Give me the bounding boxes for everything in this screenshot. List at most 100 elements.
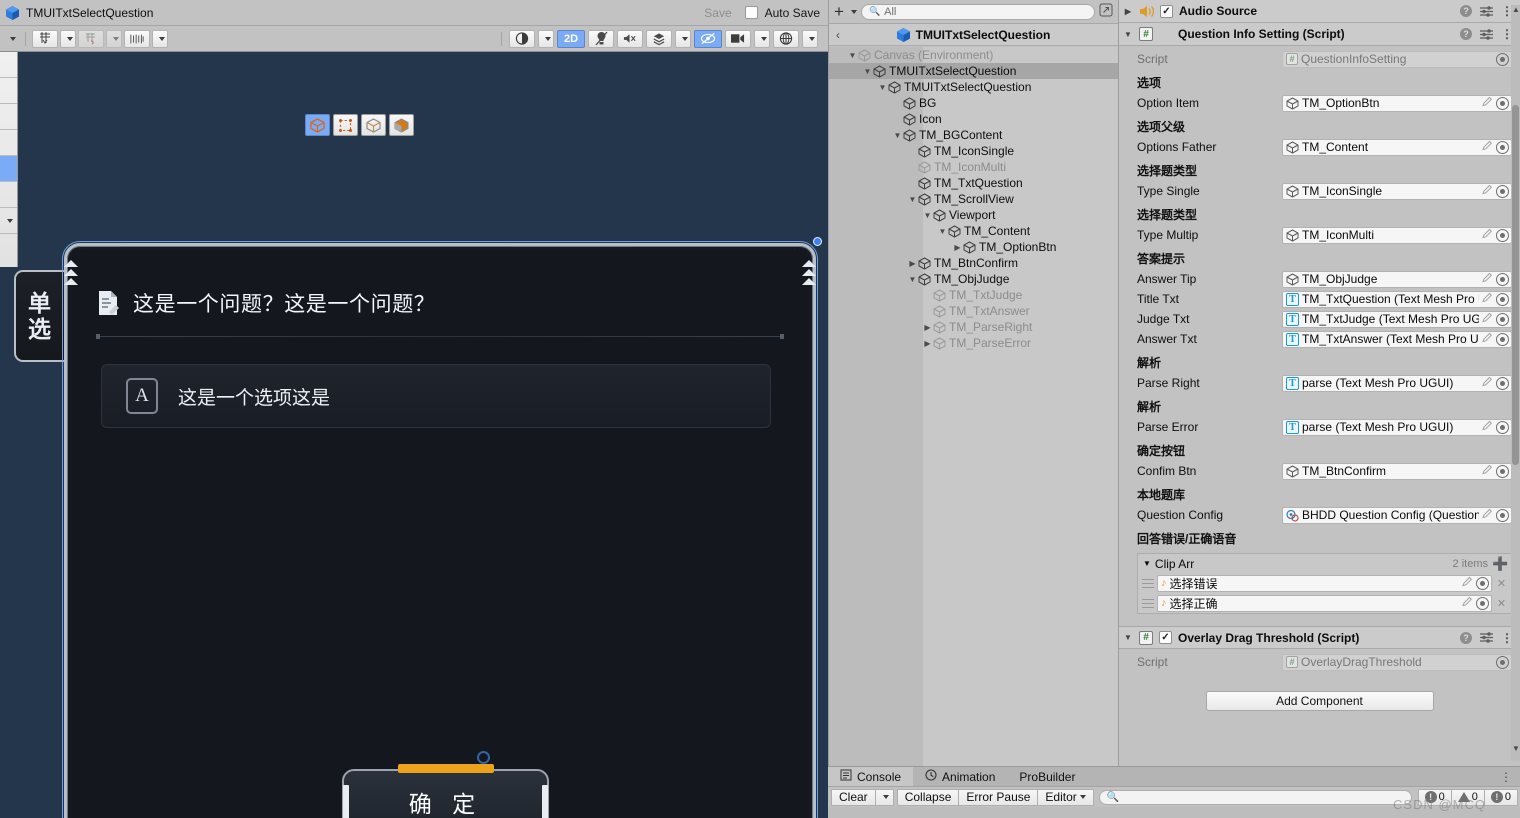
inspector-object-field-type-single[interactable]: TM_IconSingle	[1282, 182, 1512, 200]
inspector-object-field-question-config[interactable]: BHDD Question Config (QuestionConfig)	[1282, 506, 1512, 524]
foldout-down-icon[interactable]: ▼	[1143, 559, 1151, 568]
drag-handle-icon[interactable]	[1142, 578, 1154, 588]
option-item-a[interactable]: A 这是一个选项这是	[101, 364, 771, 428]
inspector-object-field-parse-error[interactable]: Tparse (Text Mesh Pro UGUI)	[1282, 418, 1512, 436]
rect-gizmo-icon[interactable]	[333, 114, 358, 136]
tool-cell-4[interactable]	[0, 130, 17, 156]
edit-pencil-icon[interactable]	[1462, 576, 1473, 590]
object-picker-icon[interactable]	[1496, 508, 1509, 522]
tool-strip-overflow[interactable]	[0, 208, 17, 234]
console-tab-console[interactable]: Console	[828, 767, 914, 786]
console-more-options-icon[interactable]: ⋮	[1492, 767, 1520, 786]
inspector-object-field-type-multip[interactable]: TM_IconMulti	[1282, 226, 1512, 244]
console-tab-probuilder[interactable]: ProBuilder	[1007, 767, 1087, 786]
help-icon[interactable]: ?	[1460, 28, 1472, 40]
inspector-object-field-answer-tip[interactable]: TM_ObjJudge	[1282, 270, 1512, 288]
drag-handle-icon[interactable]	[1142, 598, 1154, 608]
object-picker-icon[interactable]	[1476, 576, 1489, 590]
hierarchy-item-bg[interactable]: ▶BG	[829, 95, 1118, 111]
clip-array-row-0[interactable]: ♪ 选择错误 ✕	[1138, 573, 1511, 593]
tool-cell-5-selected[interactable]	[0, 156, 17, 182]
scroll-down-arrow-icon[interactable]: ▼	[1512, 744, 1520, 753]
breadcrumb-back-button[interactable]: ‹	[836, 28, 840, 42]
disclosure-triangle-icon[interactable]: ▼	[907, 195, 918, 204]
disclosure-triangle-icon[interactable]: ▼	[922, 211, 933, 220]
edit-pencil-icon[interactable]	[1482, 332, 1493, 346]
auto-save-checkbox[interactable]	[744, 6, 758, 19]
inspector-object-field-parse-right[interactable]: Tparse (Text Mesh Pro UGUI)	[1282, 374, 1512, 392]
preset-icon[interactable]	[1480, 632, 1493, 643]
clip-object-field-1[interactable]: ♪ 选择正确	[1157, 594, 1492, 612]
object-picker-icon[interactable]	[1496, 184, 1509, 198]
remove-clip-button-1[interactable]: ✕	[1495, 597, 1508, 610]
object-picker-icon[interactable]	[1496, 272, 1509, 286]
hierarchy-item-tm-txtquestion[interactable]: ▶TM_TxtQuestion	[829, 175, 1118, 191]
scene-view[interactable]: 单 选 这是一个问题？这是一个问题？ A 这是一个选项这是 确 定	[0, 52, 828, 818]
add-clip-button[interactable]: ➕	[1492, 556, 1509, 571]
gizmos-dropdown[interactable]	[802, 29, 818, 48]
hierarchy-item-tm-iconsingle[interactable]: ▶TM_IconSingle	[829, 143, 1118, 159]
hierarchy-item-tm-btnconfirm[interactable]: ▶ TM_BtnConfirm	[829, 255, 1118, 271]
object-picker-icon[interactable]	[1496, 140, 1509, 154]
object-picker-icon[interactable]	[1496, 420, 1509, 434]
object-picker-icon[interactable]	[1496, 376, 1509, 390]
disclosure-triangle-icon[interactable]: ▼	[907, 275, 918, 284]
editor-dropdown-button[interactable]: Editor	[1037, 788, 1094, 806]
clear-button[interactable]: Clear	[831, 788, 876, 806]
gizmos-toggle-button[interactable]	[773, 29, 799, 48]
grid-axis-dropdown[interactable]	[60, 29, 76, 48]
edit-pencil-icon[interactable]	[1482, 96, 1493, 110]
grid-axis-button[interactable]	[32, 29, 58, 48]
hierarchy-item-tm-content[interactable]: ▼ TM_Content	[829, 223, 1118, 239]
edit-pencil-icon[interactable]	[1482, 312, 1493, 326]
inspector-scroll-thumb[interactable]	[1512, 105, 1519, 465]
disclosure-triangle-icon[interactable]: ▼	[877, 83, 888, 92]
edit-pencil-icon[interactable]	[1462, 596, 1473, 610]
shading-mode-dropdown[interactable]	[538, 29, 554, 48]
tool-cell-3[interactable]	[0, 104, 17, 130]
hierarchy-item-tm-txtanswer[interactable]: ▶TM_TxtAnswer	[829, 303, 1118, 319]
edit-pencil-icon[interactable]	[1482, 272, 1493, 286]
help-icon[interactable]: ?	[1460, 5, 1472, 17]
hierarchy-item-tmuitxtselectquestion[interactable]: ▼ TMUITxtSelectQuestion	[829, 79, 1118, 95]
hierarchy-item-tm-optionbtn[interactable]: ▶ TM_OptionBtn	[829, 239, 1118, 255]
hierarchy-item-tmuitxtselectquestion[interactable]: ▼ TMUITxtSelectQuestion	[829, 63, 1118, 79]
hierarchy-item-icon[interactable]: ▶Icon	[829, 111, 1118, 127]
add-component-button[interactable]: Add Component	[1205, 691, 1434, 711]
object-picker-icon[interactable]	[1496, 312, 1509, 326]
disclosure-triangle-icon[interactable]: ▶	[907, 259, 918, 268]
save-button[interactable]: Save	[698, 3, 738, 22]
edit-pencil-icon[interactable]	[1482, 376, 1493, 390]
tool-cell-6[interactable]	[0, 182, 17, 208]
object-picker-icon[interactable]	[1496, 96, 1509, 110]
tool-cell-2[interactable]	[0, 78, 17, 104]
disclosure-triangle-icon[interactable]: ▶	[952, 243, 963, 252]
warning-count-badge[interactable]: 0	[1450, 788, 1485, 806]
inspector-object-field-option-item[interactable]: TM_OptionBtn	[1282, 94, 1512, 112]
edit-pencil-icon[interactable]	[1482, 184, 1493, 198]
foldout-down-icon[interactable]: ▼	[1123, 633, 1133, 642]
local-gizmo-icon[interactable]	[389, 114, 414, 136]
hierarchy-item-tm-objjudge[interactable]: ▼ TM_ObjJudge	[829, 271, 1118, 287]
collapse-button[interactable]: Collapse	[896, 788, 960, 806]
hierarchy-search-input[interactable]: 🔍 All	[860, 3, 1095, 20]
scale-gizmo-icon[interactable]	[361, 114, 386, 136]
grid-size-button[interactable]	[124, 29, 150, 48]
hierarchy-item-tm-txtjudge[interactable]: ▶TM_TxtJudge	[829, 287, 1118, 303]
hierarchy-item-canvas-environment[interactable]: ▼ Canvas (Environment)	[829, 47, 1118, 63]
foldout-right-icon[interactable]: ▶	[1123, 7, 1133, 16]
edit-pencil-icon[interactable]	[1482, 292, 1493, 306]
hierarchy-expand-icon[interactable]	[1099, 3, 1113, 20]
disclosure-triangle-icon[interactable]: ▶	[922, 339, 933, 348]
edit-pencil-icon[interactable]	[1482, 228, 1493, 242]
error-count-badge[interactable]: ! 0	[1417, 788, 1452, 806]
disclosure-triangle-icon[interactable]: ▼	[862, 67, 873, 76]
add-gameobject-button[interactable]: +	[834, 3, 844, 20]
audio-source-enabled-checkbox[interactable]: ✓	[1160, 4, 1173, 18]
confirm-button[interactable]: 确 定	[342, 764, 549, 818]
edit-pencil-icon[interactable]	[1482, 508, 1493, 522]
camera-settings-button[interactable]	[725, 29, 751, 48]
remove-clip-button-0[interactable]: ✕	[1495, 577, 1508, 590]
hierarchy-item-tm-scrollview[interactable]: ▼ TM_ScrollView	[829, 191, 1118, 207]
hierarchy-item-tm-bgcontent[interactable]: ▼ TM_BGContent	[829, 127, 1118, 143]
